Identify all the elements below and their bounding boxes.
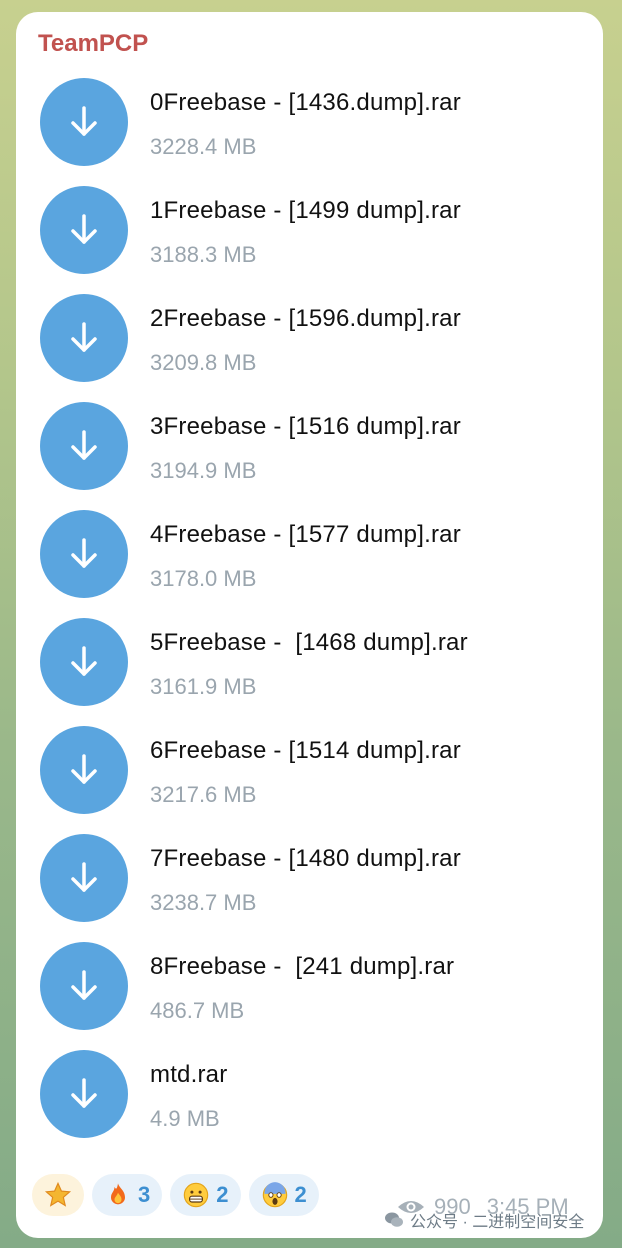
file-name[interactable]: 1Freebase - [1499 dump].rar xyxy=(150,197,461,225)
watermark: 公众号 · 二进制空间安全 xyxy=(384,1208,584,1232)
file-item[interactable]: 8Freebase - [241 dump].rar 486.7 MB xyxy=(40,942,580,1032)
download-button[interactable] xyxy=(40,942,128,1030)
download-arrow-icon xyxy=(71,214,97,244)
reaction-star[interactable] xyxy=(32,1174,84,1216)
reaction-fire-count: 3 xyxy=(138,1182,151,1207)
download-button[interactable] xyxy=(40,726,128,814)
file-size: 3178.0 MB xyxy=(150,566,257,591)
download-arrow-icon xyxy=(71,646,97,676)
download-button[interactable] xyxy=(40,402,128,490)
file-item[interactable]: 0Freebase - [1436.dump].rar 3228.4 MB xyxy=(40,78,580,168)
file-size: 3238.7 MB xyxy=(150,890,257,915)
file-size: 3161.9 MB xyxy=(150,674,257,699)
file-item[interactable]: 5Freebase - [1468 dump].rar 3161.9 MB xyxy=(40,618,580,708)
download-button[interactable] xyxy=(40,618,128,706)
download-arrow-icon xyxy=(71,538,97,568)
reaction-grin-count: 2 xyxy=(216,1182,229,1207)
file-size: 4.9 MB xyxy=(150,1106,220,1131)
file-name[interactable]: 7Freebase - [1480 dump].rar xyxy=(150,845,461,873)
download-arrow-icon xyxy=(71,754,97,784)
file-item[interactable]: 7Freebase - [1480 dump].rar 3238.7 MB xyxy=(40,834,580,924)
download-button[interactable] xyxy=(40,1050,128,1138)
file-size: 3228.4 MB xyxy=(150,134,257,159)
file-size: 3194.9 MB xyxy=(150,458,257,483)
file-item[interactable]: 1Freebase - [1499 dump].rar 3188.3 MB xyxy=(40,186,580,276)
file-name[interactable]: 3Freebase - [1516 dump].rar xyxy=(150,413,461,441)
file-name[interactable]: 5Freebase - [1468 dump].rar xyxy=(150,629,468,657)
star-icon xyxy=(44,1181,72,1207)
download-arrow-icon xyxy=(71,1078,97,1108)
download-arrow-icon xyxy=(71,106,97,136)
reactions-bar: 3 2 2 xyxy=(32,1174,319,1218)
download-arrow-icon xyxy=(71,862,97,892)
file-item[interactable]: mtd.rar 4.9 MB xyxy=(40,1050,580,1140)
download-arrow-icon xyxy=(71,322,97,352)
file-item[interactable]: 3Freebase - [1516 dump].rar 3194.9 MB xyxy=(40,402,580,492)
file-size: 3188.3 MB xyxy=(150,242,257,267)
reaction-grin[interactable]: 2 xyxy=(170,1174,241,1216)
fire-icon xyxy=(111,1183,125,1205)
download-button[interactable] xyxy=(40,78,128,166)
file-size: 3209.8 MB xyxy=(150,350,257,375)
reaction-scream-count: 2 xyxy=(294,1182,307,1207)
download-arrow-icon xyxy=(71,430,97,460)
reaction-scream[interactable]: 2 xyxy=(248,1174,319,1216)
file-size: 486.7 MB xyxy=(150,998,245,1023)
watermark-text: 公众号 · 二进制空间安全 xyxy=(410,1214,585,1231)
file-name[interactable]: 6Freebase - [1514 dump].rar xyxy=(150,737,461,765)
scream-icon xyxy=(262,1182,287,1208)
file-name[interactable]: 0Freebase - [1436.dump].rar xyxy=(150,89,461,117)
file-name[interactable]: 4Freebase - [1577 dump].rar xyxy=(150,521,461,549)
download-arrow-icon xyxy=(71,970,97,1000)
grin-icon xyxy=(184,1182,209,1208)
file-item[interactable]: 2Freebase - [1596.dump].rar 3209.8 MB xyxy=(40,294,580,384)
download-button[interactable] xyxy=(40,186,128,274)
download-button[interactable] xyxy=(40,294,128,382)
wechat-icon xyxy=(385,1212,403,1227)
file-item[interactable]: 4Freebase - [1577 dump].rar 3178.0 MB xyxy=(40,510,580,600)
file-size: 3217.6 MB xyxy=(150,782,257,807)
file-name[interactable]: 2Freebase - [1596.dump].rar xyxy=(150,305,461,333)
sender-name[interactable]: TeamPCP xyxy=(38,30,148,58)
reaction-fire[interactable]: 3 xyxy=(92,1174,163,1216)
file-name[interactable]: mtd.rar xyxy=(150,1061,227,1089)
download-button[interactable] xyxy=(40,510,128,598)
file-item[interactable]: 6Freebase - [1514 dump].rar 3217.6 MB xyxy=(40,726,580,816)
file-name[interactable]: 8Freebase - [241 dump].rar xyxy=(150,953,454,981)
download-button[interactable] xyxy=(40,834,128,922)
